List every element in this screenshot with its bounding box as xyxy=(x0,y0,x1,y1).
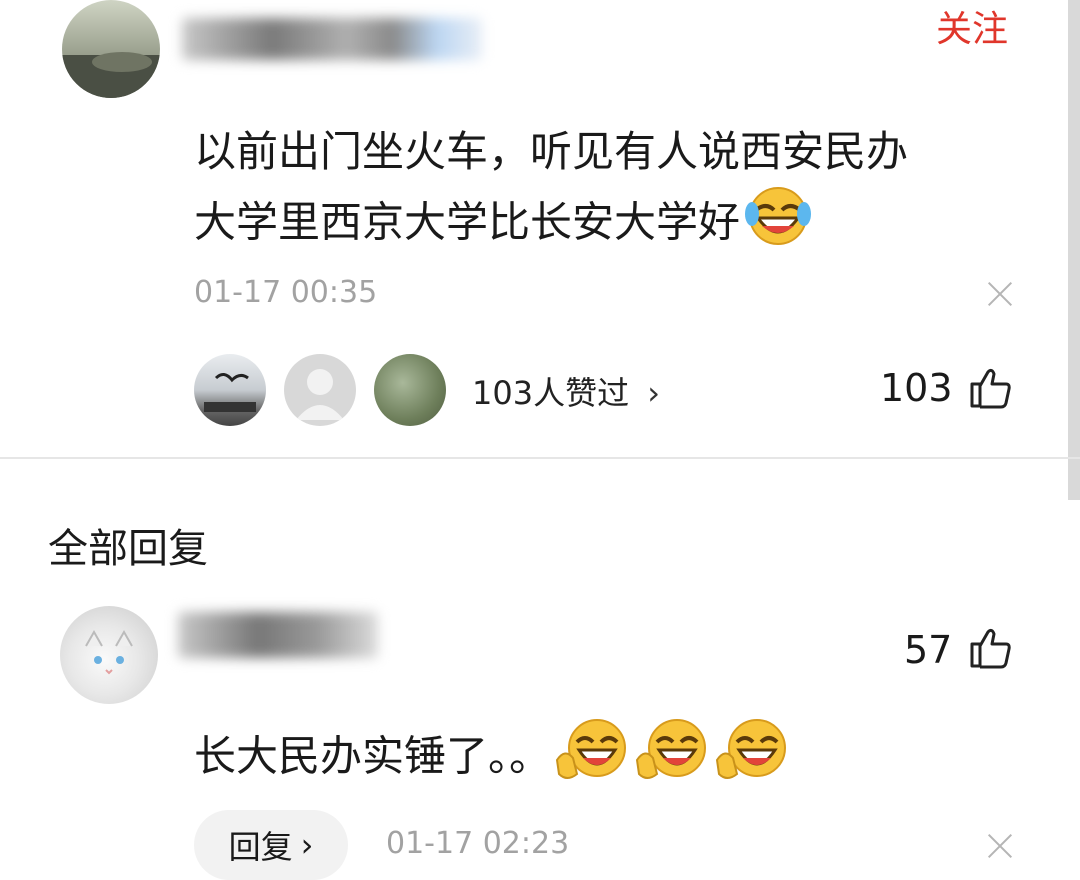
chevron-right-icon: › xyxy=(300,826,314,864)
liker-avatar[interactable] xyxy=(374,354,446,426)
thumbs-up-icon[interactable] xyxy=(966,624,1014,676)
rofl-emoji-icon xyxy=(553,716,633,802)
rofl-emoji-icon xyxy=(713,716,793,802)
author-name-blurred xyxy=(182,18,482,60)
chevron-right-icon: › xyxy=(647,374,661,412)
post-content-line: 以前出门坐火车，听见有人说西安民办 xyxy=(194,127,909,176)
post-content: 以前出门坐火车，听见有人说西安民办 大学里西京大学比长安大学好 xyxy=(194,120,908,266)
reply-author-avatar[interactable] xyxy=(60,606,158,704)
post-timestamp: 01-17 00:35 xyxy=(194,275,378,310)
like-count: 103 xyxy=(880,366,953,410)
likers-text: 103人赞过 xyxy=(472,374,630,412)
author-avatar[interactable] xyxy=(62,0,160,98)
follow-button[interactable]: 关注 xyxy=(936,0,1008,52)
liker-avatar[interactable] xyxy=(194,354,266,426)
reply-content: 长大民办实锤了。。 xyxy=(194,716,793,802)
rofl-emoji-icon xyxy=(744,184,812,266)
liker-avatar[interactable] xyxy=(284,354,356,426)
section-divider xyxy=(0,457,1080,459)
reply-button-label: 回复 xyxy=(228,828,293,866)
reply-like-count: 57 xyxy=(904,628,953,672)
scrollbar[interactable] xyxy=(1068,0,1080,500)
thumbs-up-icon[interactable] xyxy=(966,364,1014,416)
reply-timestamp: 01-17 02:23 xyxy=(386,826,570,861)
reply-author-name-blurred xyxy=(178,612,378,658)
reply-content-text: 长大民办实锤了。。 xyxy=(194,731,552,781)
replies-section-title: 全部回复 xyxy=(48,526,208,572)
likers-link[interactable]: 103人赞过 › xyxy=(472,368,660,414)
post-content-line: 大学里西京大学比长安大学好 xyxy=(194,197,741,247)
close-icon[interactable] xyxy=(986,280,1014,308)
rofl-emoji-icon xyxy=(633,716,713,802)
close-icon[interactable] xyxy=(986,832,1014,860)
